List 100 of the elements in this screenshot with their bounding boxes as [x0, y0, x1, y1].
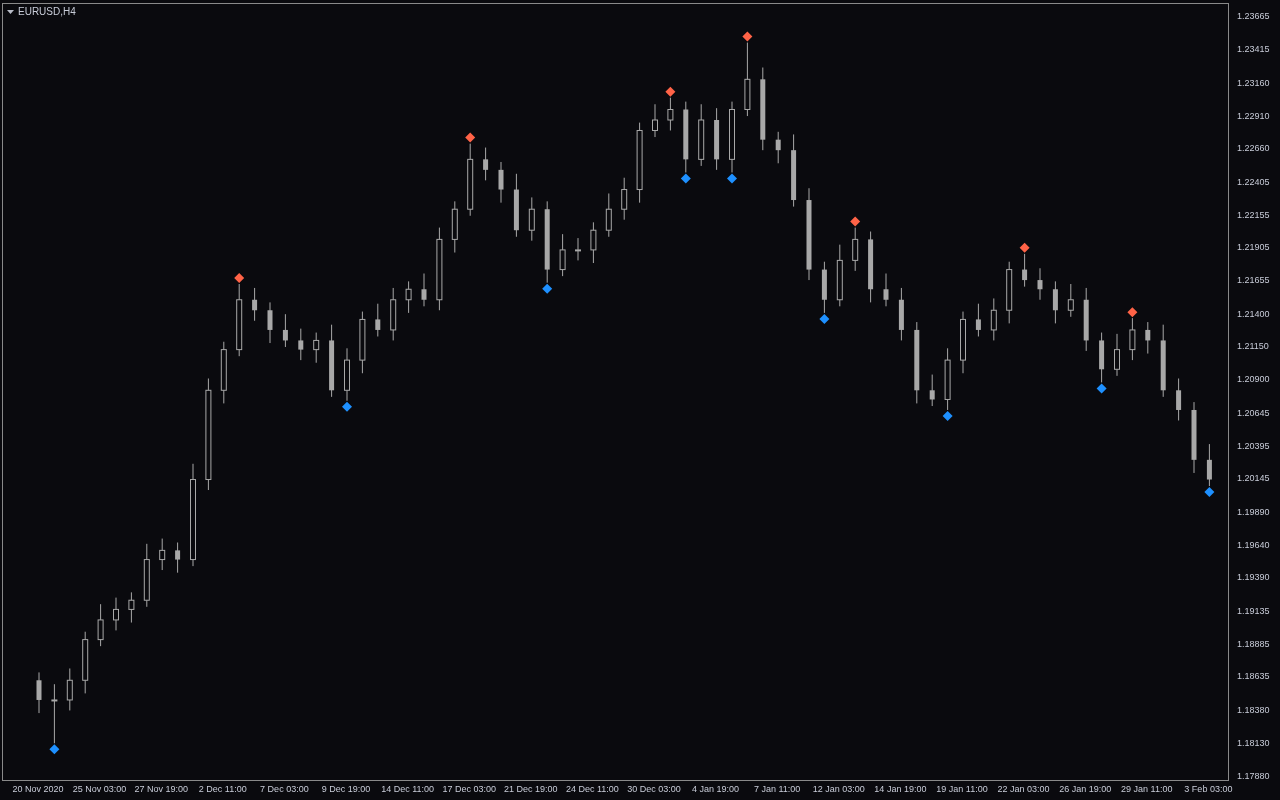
candle-wick [931, 374, 933, 407]
candle-body [82, 639, 89, 681]
time-axis-label: 20 Nov 2020 [12, 783, 64, 795]
trough-marker [1096, 383, 1107, 394]
price-axis-label: 1.17880 [1237, 770, 1270, 782]
candle-body [605, 208, 612, 231]
candle-body [1083, 299, 1089, 341]
price-axis-label: 1.18635 [1237, 671, 1270, 683]
price-axis-label: 1.21905 [1237, 242, 1270, 254]
candle-wick [592, 221, 594, 264]
price-axis-label: 1.18885 [1237, 638, 1270, 650]
candle-body [1022, 269, 1028, 281]
trough-marker [49, 744, 60, 755]
candle-body [66, 679, 73, 701]
candle-body [36, 680, 42, 700]
candle-wick [300, 328, 302, 361]
dropdown-caret-icon[interactable] [7, 10, 14, 14]
price-axis-label: 1.19640 [1237, 539, 1270, 551]
candle-body [744, 78, 751, 110]
candle-body [821, 269, 827, 300]
candle-body [636, 130, 643, 191]
candle-body [914, 329, 920, 391]
candle-body [421, 289, 427, 300]
candle-wick [115, 597, 117, 631]
candle-body [1006, 269, 1013, 311]
candle-body [159, 549, 166, 561]
candle-body [1114, 349, 1120, 370]
candle-wick [623, 177, 625, 221]
time-axis-label: 21 Dec 19:00 [504, 783, 558, 795]
candle-body [1145, 329, 1151, 341]
candle-wick [500, 161, 502, 204]
time-axis-label: 26 Jan 19:00 [1059, 783, 1112, 795]
candle-body [175, 550, 181, 560]
time-axis-label: 29 Jan 11:00 [1121, 783, 1173, 795]
price-axis-label: 1.23415 [1237, 44, 1270, 56]
candle-body [143, 559, 150, 601]
candle-body [1099, 340, 1105, 370]
candle-wick [1116, 333, 1118, 377]
candle-body [1052, 289, 1058, 311]
time-axis-label: 24 Dec 11:00 [565, 783, 619, 795]
time-axis-label: 9 Dec 19:00 [321, 783, 371, 795]
candle-body [775, 139, 781, 151]
candle-wick [1039, 267, 1041, 301]
candle-body [559, 249, 566, 271]
candle-wick [69, 667, 71, 711]
candle-body [298, 340, 304, 350]
candle-body [359, 318, 366, 361]
time-axis-label: 17 Dec 03:00 [442, 783, 496, 795]
candle-body [128, 599, 135, 610]
candle-wick [1131, 317, 1133, 361]
time-axis-label: 14 Jan 19:00 [874, 783, 927, 795]
candle-body [329, 340, 335, 391]
chart-symbol-title: EURUSD,H4 [18, 5, 76, 19]
candle-body [436, 238, 443, 301]
trough-marker [727, 173, 737, 184]
candle-body [313, 339, 320, 351]
candle-wick [777, 131, 779, 164]
candle-wick [977, 303, 979, 337]
candle-body [714, 120, 720, 160]
candle-body [282, 329, 288, 341]
price-axis-label: 1.22910 [1237, 110, 1270, 122]
candle-wick [284, 313, 286, 348]
price-axis-label: 1.18380 [1237, 704, 1270, 716]
candle-body [375, 319, 381, 330]
candle-wick [669, 97, 671, 131]
candle-wick [485, 147, 487, 181]
candle-body [929, 390, 935, 400]
candle-body [590, 229, 597, 251]
candle-wick [100, 603, 102, 647]
peak-marker [1019, 242, 1030, 253]
candle-wick [577, 237, 579, 261]
candle-body [836, 259, 843, 301]
candle-body [698, 119, 705, 160]
candle-body [621, 189, 628, 210]
price-axis-label: 1.18130 [1237, 737, 1270, 749]
peak-marker [742, 31, 753, 42]
candle-wick [53, 683, 55, 744]
time-axis-label: 3 Feb 03:00 [1184, 783, 1233, 795]
candle-body [405, 288, 412, 301]
candle-wick [608, 192, 610, 238]
candle-wick [423, 273, 425, 307]
candle-body [528, 208, 535, 231]
trough-marker [680, 173, 691, 184]
candle-wick [408, 280, 410, 314]
candle-body [868, 239, 874, 290]
candle-body [975, 319, 981, 330]
price-axis-label: 1.20395 [1237, 440, 1270, 452]
candle-wick [38, 671, 40, 714]
price-axis-label: 1.23665 [1237, 11, 1270, 23]
candle-body [390, 299, 397, 331]
trough-marker [819, 313, 830, 324]
time-axis-label: 2 Dec 11:00 [198, 783, 247, 795]
candle-wick [1054, 280, 1056, 324]
candle-body [883, 289, 889, 300]
candle-wick [315, 332, 317, 364]
candle-body [990, 309, 997, 331]
candle-body [1206, 459, 1212, 480]
price-axis-label: 1.21150 [1237, 341, 1269, 353]
time-axis-label: 7 Dec 03:00 [260, 783, 309, 795]
peak-marker [1127, 307, 1138, 318]
